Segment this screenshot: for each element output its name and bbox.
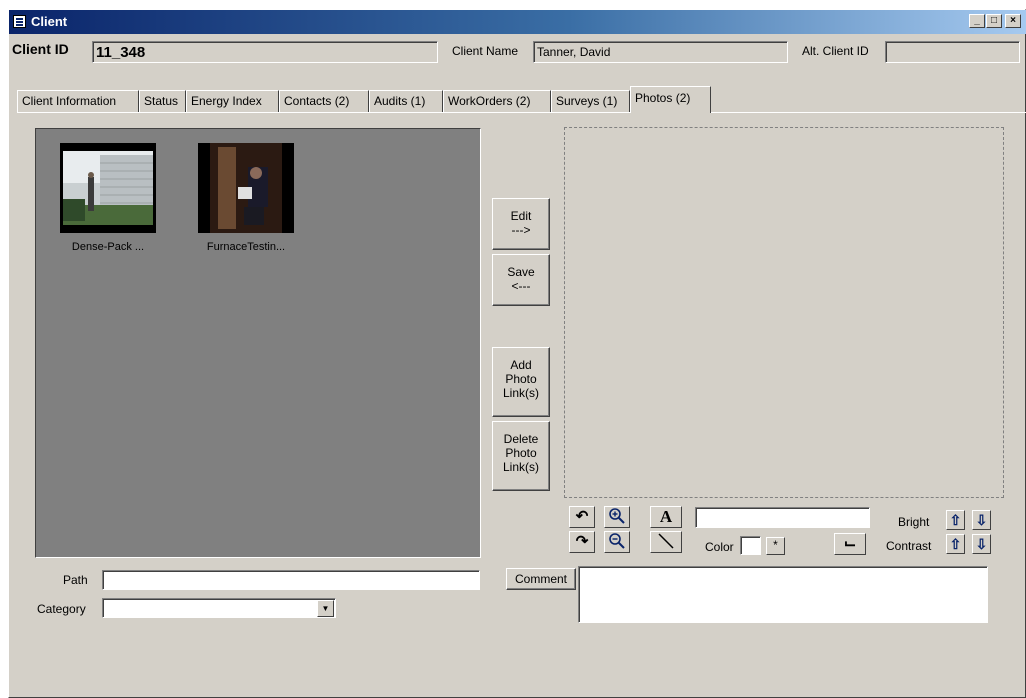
client-id-field[interactable]: 11_348: [92, 41, 438, 63]
rotate-right-icon[interactable]: ↷: [569, 531, 595, 553]
photo-furnace-testing-image: [198, 143, 294, 233]
line-tool-button[interactable]: [650, 531, 682, 553]
save-button[interactable]: Save <---: [492, 254, 550, 306]
path-field[interactable]: [102, 570, 480, 590]
photo-caption: Dense-Pack ...: [71, 241, 145, 253]
client-name-field[interactable]: Tanner, David: [533, 41, 788, 63]
contrast-up-arrow-icon[interactable]: ⇧: [946, 534, 965, 554]
maximize-button[interactable]: □: [986, 14, 1002, 28]
bright-down-arrow-icon[interactable]: ⇩: [972, 510, 991, 530]
color-swatch[interactable]: [740, 536, 761, 555]
path-label: Path: [63, 573, 88, 587]
rotate-left-icon[interactable]: ↶: [569, 506, 595, 528]
photo-editor-canvas[interactable]: [564, 127, 1004, 498]
comment-button[interactable]: Comment: [506, 568, 576, 590]
client-name-label: Client Name: [452, 44, 519, 58]
photo-thumbnail[interactable]: Dense-Pack ...: [58, 143, 158, 253]
form-icon: [13, 15, 26, 28]
color-label: Color: [705, 540, 734, 554]
tab-audits[interactable]: Audits (1): [369, 90, 443, 112]
tab-energy-index[interactable]: Energy Index: [186, 90, 279, 112]
photo-gallery[interactable]: Dense-Pack ... FurnaceTestin...: [35, 128, 481, 558]
text-tool-button[interactable]: A: [650, 506, 682, 528]
color-picker-button[interactable]: *: [766, 537, 785, 555]
zoom-in-icon[interactable]: [604, 506, 630, 528]
tab-surveys[interactable]: Surveys (1): [551, 90, 630, 112]
delete-photo-link-button[interactable]: Delete Photo Link(s): [492, 421, 550, 491]
comment-field[interactable]: [578, 566, 988, 623]
client-id-label: Client ID: [12, 41, 69, 57]
chevron-down-icon[interactable]: ▼: [317, 600, 334, 617]
contrast-label: Contrast: [886, 539, 932, 553]
minimize-button[interactable]: _: [969, 14, 985, 28]
photo-dense-pack-image: [60, 143, 156, 233]
alt-client-id-label: Alt. Client ID: [802, 44, 869, 58]
zoom-out-icon[interactable]: [604, 531, 630, 553]
category-select[interactable]: [102, 598, 336, 618]
bright-label: Bright: [898, 515, 930, 529]
tab-photos[interactable]: Photos (2): [630, 86, 711, 113]
alt-client-id-field[interactable]: [885, 41, 1020, 63]
crop-icon[interactable]: ⌙: [834, 533, 866, 555]
edit-button[interactable]: Edit --->: [492, 198, 550, 250]
annotation-text-input[interactable]: [695, 507, 870, 528]
tab-divider: [17, 112, 1026, 113]
tab-workorders[interactable]: WorkOrders (2): [443, 90, 551, 112]
close-button[interactable]: ×: [1005, 14, 1021, 28]
tab-status[interactable]: Status: [139, 90, 186, 112]
line-icon: [658, 533, 674, 549]
add-photo-link-button[interactable]: Add Photo Link(s): [492, 347, 550, 417]
bright-up-arrow-icon[interactable]: ⇧: [946, 510, 965, 530]
contrast-down-arrow-icon[interactable]: ⇩: [972, 534, 991, 554]
photo-caption: FurnaceTestin...: [206, 241, 286, 253]
tab-contacts[interactable]: Contacts (2): [279, 90, 369, 112]
category-label: Category: [37, 602, 86, 616]
client-window: Client _ □ × Client ID 11_348 Client Nam…: [8, 9, 1026, 698]
tab-client-information[interactable]: Client Information: [17, 90, 139, 112]
window-title: Client: [31, 14, 68, 29]
photo-thumbnail[interactable]: FurnaceTestin...: [196, 143, 296, 253]
title-bar[interactable]: Client _ □ ×: [9, 10, 1026, 34]
